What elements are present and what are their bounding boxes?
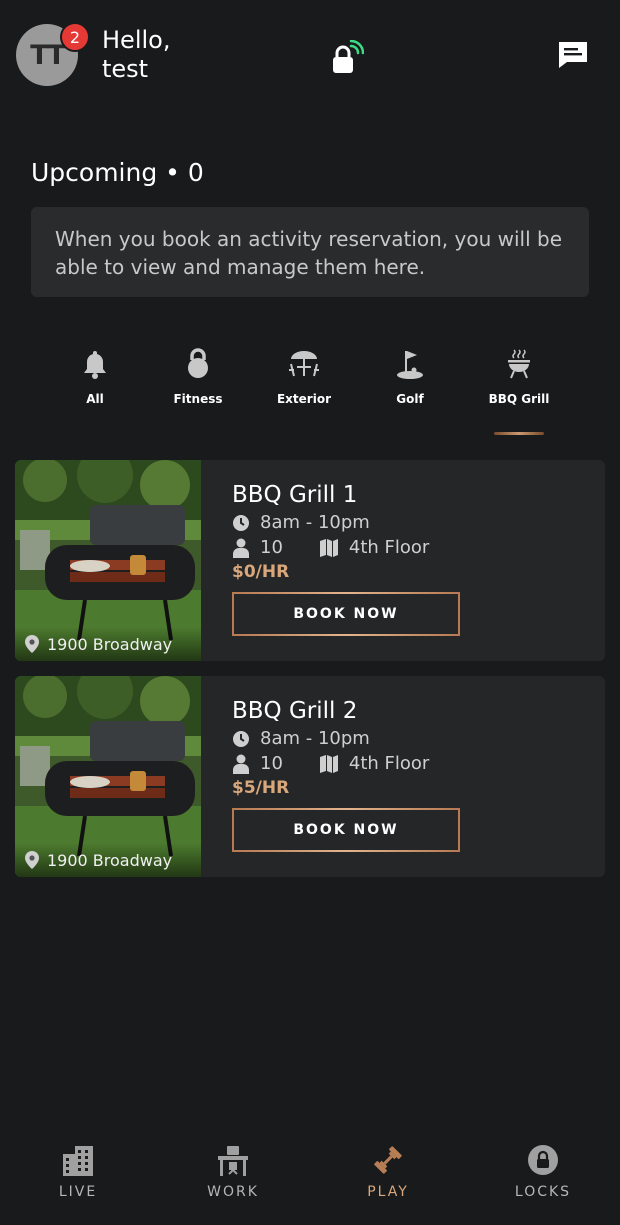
golf-icon (397, 351, 423, 379)
listing-hours: 8am - 10pm (260, 512, 370, 533)
listing-card-bbq-grill-2[interactable]: 1900 Broadway BBQ Grill 2 8am - 10pm 10 … (15, 676, 605, 877)
listing-floor: 4th Floor (348, 537, 430, 558)
map-pin-icon (25, 635, 39, 653)
lock-icon (528, 1145, 558, 1175)
nav-play-label: PLAY (367, 1184, 409, 1200)
greeting: Hello, test (102, 26, 170, 84)
tab-exterior[interactable]: Exterior (254, 348, 354, 406)
tab-bbq-grill-label: BBQ Grill (488, 392, 550, 406)
location-label: 1900 Broadway (15, 627, 201, 661)
dumbbell-icon (374, 1146, 402, 1174)
listing-price: $5/HR (232, 778, 290, 798)
nav-locks[interactable]: LOCKS (483, 1144, 603, 1200)
nav-live-label: LIVE (58, 1184, 98, 1200)
listing-floor: 4th Floor (348, 753, 430, 774)
person-icon (232, 538, 250, 558)
avatar-initials: TT (30, 39, 65, 71)
location-text: 1900 Broadway (47, 850, 173, 870)
desk-icon (218, 1146, 248, 1176)
book-now-button[interactable]: BOOK NOW (232, 808, 460, 852)
listing-card-bbq-grill-1[interactable]: 1900 Broadway BBQ Grill 1 8am - 10pm 10 … (15, 460, 605, 661)
person-icon (232, 754, 250, 774)
tab-all-label: All (86, 392, 104, 406)
kettlebell-icon (188, 348, 208, 378)
nav-locks-label: LOCKS (514, 1184, 572, 1200)
tab-golf[interactable]: Golf (360, 348, 460, 406)
listing-capacity: 10 (260, 537, 283, 558)
nav-work[interactable]: WORK (173, 1144, 293, 1200)
tab-fitness[interactable]: Fitness (148, 348, 248, 406)
tab-bbq-grill[interactable]: BBQ Grill (469, 348, 569, 406)
bell-icon (84, 351, 106, 379)
nav-play[interactable]: PLAY (328, 1144, 448, 1200)
nav-work-label: WORK (207, 1184, 259, 1200)
patio-icon (289, 351, 319, 377)
bottom-nav: LIVE WORK PLAY LOCKS (0, 1130, 620, 1225)
listing-title: BBQ Grill 2 (232, 698, 358, 724)
bbq-grill-icon (508, 349, 530, 379)
clock-icon (232, 514, 250, 532)
tab-exterior-label: Exterior (276, 392, 331, 406)
listing-title: BBQ Grill 1 (232, 482, 358, 508)
tab-golf-label: Golf (396, 392, 424, 406)
clock-icon (232, 730, 250, 748)
bbq-grill-photo: 1900 Broadway (15, 676, 201, 877)
location-text: 1900 Broadway (47, 634, 173, 654)
floor-map-icon (319, 754, 339, 774)
tab-fitness-label: Fitness (173, 392, 223, 406)
listing-hours: 8am - 10pm (260, 728, 370, 749)
book-now-button[interactable]: BOOK NOW (232, 592, 460, 636)
selected-tab-indicator (494, 432, 544, 435)
notification-badge: 2 (60, 22, 90, 52)
upcoming-empty-message: When you book an activity reservation, y… (31, 207, 589, 297)
listing-capacity: 10 (260, 753, 283, 774)
building-icon (63, 1146, 93, 1176)
category-tabs: All Fitness Exterior Golf BBQ Grill (0, 340, 620, 440)
greeting-line-2: test (102, 55, 149, 83)
nav-live[interactable]: LIVE (18, 1144, 138, 1200)
location-label: 1900 Broadway (15, 843, 201, 877)
map-pin-icon (25, 851, 39, 869)
floor-map-icon (319, 538, 339, 558)
upcoming-title: Upcoming • 0 (31, 158, 204, 187)
greeting-line-1: Hello, (102, 26, 171, 54)
smart-lock-icon[interactable] (330, 39, 365, 76)
tab-all[interactable]: All (45, 348, 145, 406)
listing-price: $0/HR (232, 562, 290, 582)
chat-icon[interactable] (557, 40, 589, 70)
header: TT 2 Hello, test (0, 0, 620, 110)
bbq-grill-photo: 1900 Broadway (15, 460, 201, 661)
